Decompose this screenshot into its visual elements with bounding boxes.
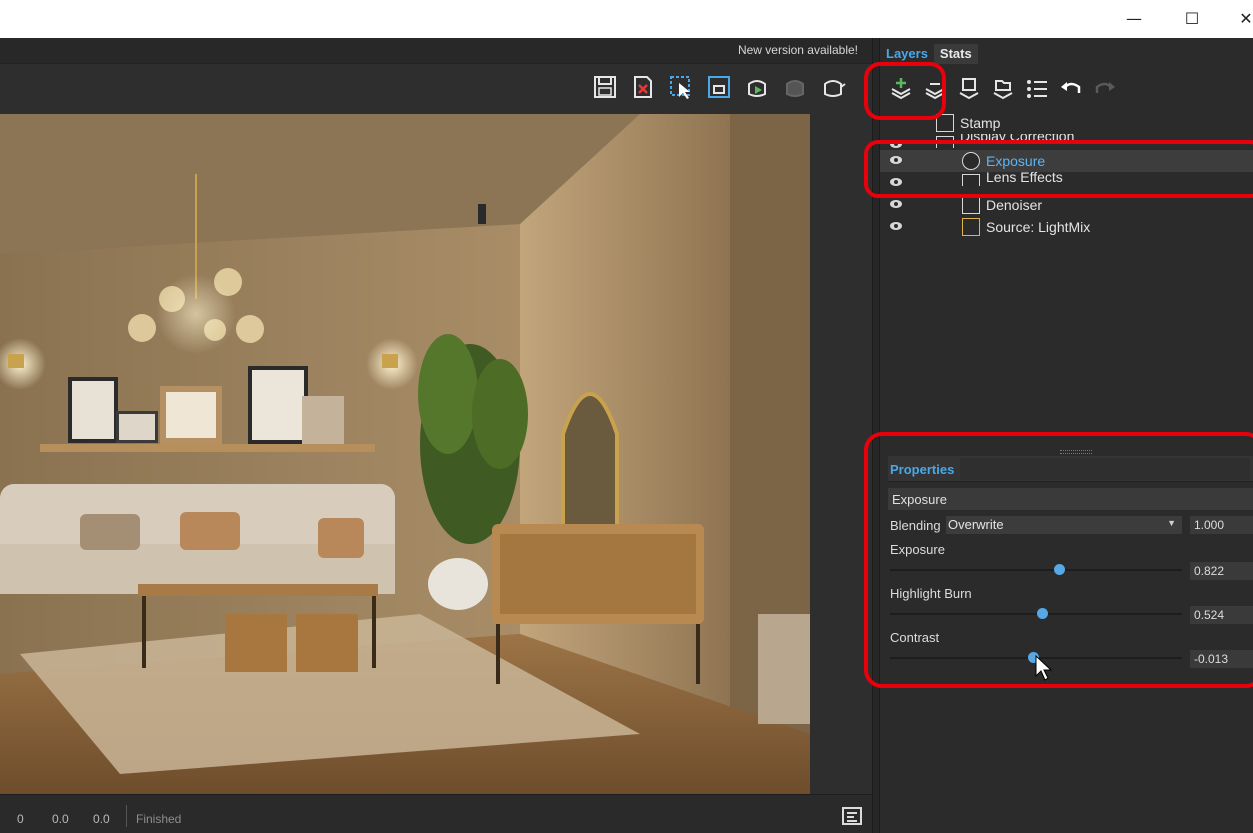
- eye-icon[interactable]: [889, 221, 903, 231]
- rendered-image[interactable]: [0, 114, 810, 794]
- eye-icon[interactable]: [889, 139, 903, 148]
- teapot-icon[interactable]: [818, 72, 848, 102]
- chevron-down-icon: ▼: [1167, 518, 1176, 528]
- eye-icon[interactable]: [889, 199, 903, 209]
- highlight-burn-value-field[interactable]: 0.524: [1190, 606, 1253, 624]
- region-render-icon[interactable]: [666, 72, 696, 102]
- blending-dropdown[interactable]: Overwrite ▼: [946, 516, 1182, 534]
- contrast-label: Contrast: [890, 630, 940, 645]
- status-value-2: 0.0: [52, 812, 69, 826]
- minimize-icon[interactable]: —: [1114, 6, 1154, 32]
- status-divider: [126, 805, 127, 827]
- layers-panel: Layers Stats Stamp Display Correction Ex…: [880, 38, 1253, 833]
- add-layer-icon[interactable]: [886, 74, 916, 104]
- status-value-1: 0: [17, 812, 24, 826]
- close-icon[interactable]: ✕: [1226, 6, 1253, 32]
- properties-header: Properties: [888, 456, 1253, 482]
- layer-item-lens-effects[interactable]: Lens Effects: [880, 172, 1253, 186]
- display-correction-icon: [936, 136, 954, 148]
- layer-item-exposure[interactable]: Exposure: [880, 150, 1253, 172]
- denoiser-icon: [962, 196, 980, 214]
- save-icon[interactable]: [590, 72, 620, 102]
- render-status: Finished: [136, 812, 182, 826]
- highlight-burn-slider[interactable]: [890, 608, 1182, 619]
- undo-icon[interactable]: [1056, 74, 1086, 104]
- viewer-toolbar: [590, 72, 848, 102]
- exposure-slider-thumb[interactable]: [1054, 564, 1066, 575]
- properties-panel: Properties Exposure Blending Overwrite ▼…: [888, 456, 1253, 686]
- redo-icon: [1090, 74, 1120, 104]
- layer-name-field[interactable]: Exposure: [888, 488, 1253, 510]
- layer-item-display-correction[interactable]: Display Correction: [880, 134, 1253, 148]
- resize-handle[interactable]: [1060, 450, 1092, 454]
- layer-item-denoiser[interactable]: Denoiser: [880, 194, 1253, 216]
- contrast-value-field[interactable]: -0.013: [1190, 650, 1253, 668]
- tab-layers[interactable]: Layers: [880, 44, 934, 64]
- blending-label: Blending: [890, 518, 941, 533]
- save-layer-icon[interactable]: [954, 74, 984, 104]
- exposure-value-field[interactable]: 0.822: [1190, 562, 1253, 580]
- mouse-cursor-icon: [1035, 654, 1053, 681]
- layer-item-source-lightmix[interactable]: Source: LightMix: [880, 216, 1253, 238]
- exposure-slider[interactable]: [890, 564, 1182, 575]
- status-value-3: 0.0: [93, 812, 110, 826]
- panel-tabs: Layers Stats: [880, 44, 978, 66]
- layer-item-stamp[interactable]: Stamp: [880, 112, 1253, 134]
- remove-layer-icon[interactable]: [920, 74, 950, 104]
- properties-title: Properties: [890, 462, 955, 477]
- toggle-panel-icon[interactable]: [842, 807, 862, 825]
- panel-splitter[interactable]: [872, 38, 880, 833]
- clear-image-icon[interactable]: [628, 72, 658, 102]
- new-version-notice[interactable]: New version available!: [738, 43, 858, 57]
- blending-amount-field[interactable]: 1.000: [1190, 516, 1253, 534]
- window-titlebar: — ☐ ✕: [0, 0, 1253, 38]
- lens-effects-icon: [962, 174, 980, 186]
- viewer-header: New version available!: [0, 38, 872, 64]
- highlight-burn-label: Highlight Burn: [890, 586, 972, 601]
- render-teapot-disabled-icon: [780, 72, 810, 102]
- status-bar: 0 0.0 0.0 Finished: [0, 794, 872, 833]
- exposure-icon: [962, 152, 980, 170]
- frame-icon[interactable]: [704, 72, 734, 102]
- eye-icon[interactable]: [889, 177, 903, 186]
- load-layer-icon[interactable]: [988, 74, 1018, 104]
- stamp-icon: [936, 114, 954, 132]
- layer-toolbar: [886, 74, 1120, 106]
- frame-buffer-viewer: New version available! 0 0.0 0.0 Finishe…: [0, 38, 872, 833]
- render-teapot-icon[interactable]: [742, 72, 772, 102]
- maximize-icon[interactable]: ☐: [1172, 6, 1212, 32]
- highlight-burn-slider-thumb[interactable]: [1036, 608, 1048, 619]
- lightmix-icon: [962, 218, 980, 236]
- exposure-label: Exposure: [890, 542, 945, 557]
- eye-icon[interactable]: [889, 155, 903, 165]
- properties-header-bar: [960, 458, 1250, 480]
- list-icon[interactable]: [1022, 74, 1052, 104]
- tab-stats[interactable]: Stats: [933, 44, 978, 64]
